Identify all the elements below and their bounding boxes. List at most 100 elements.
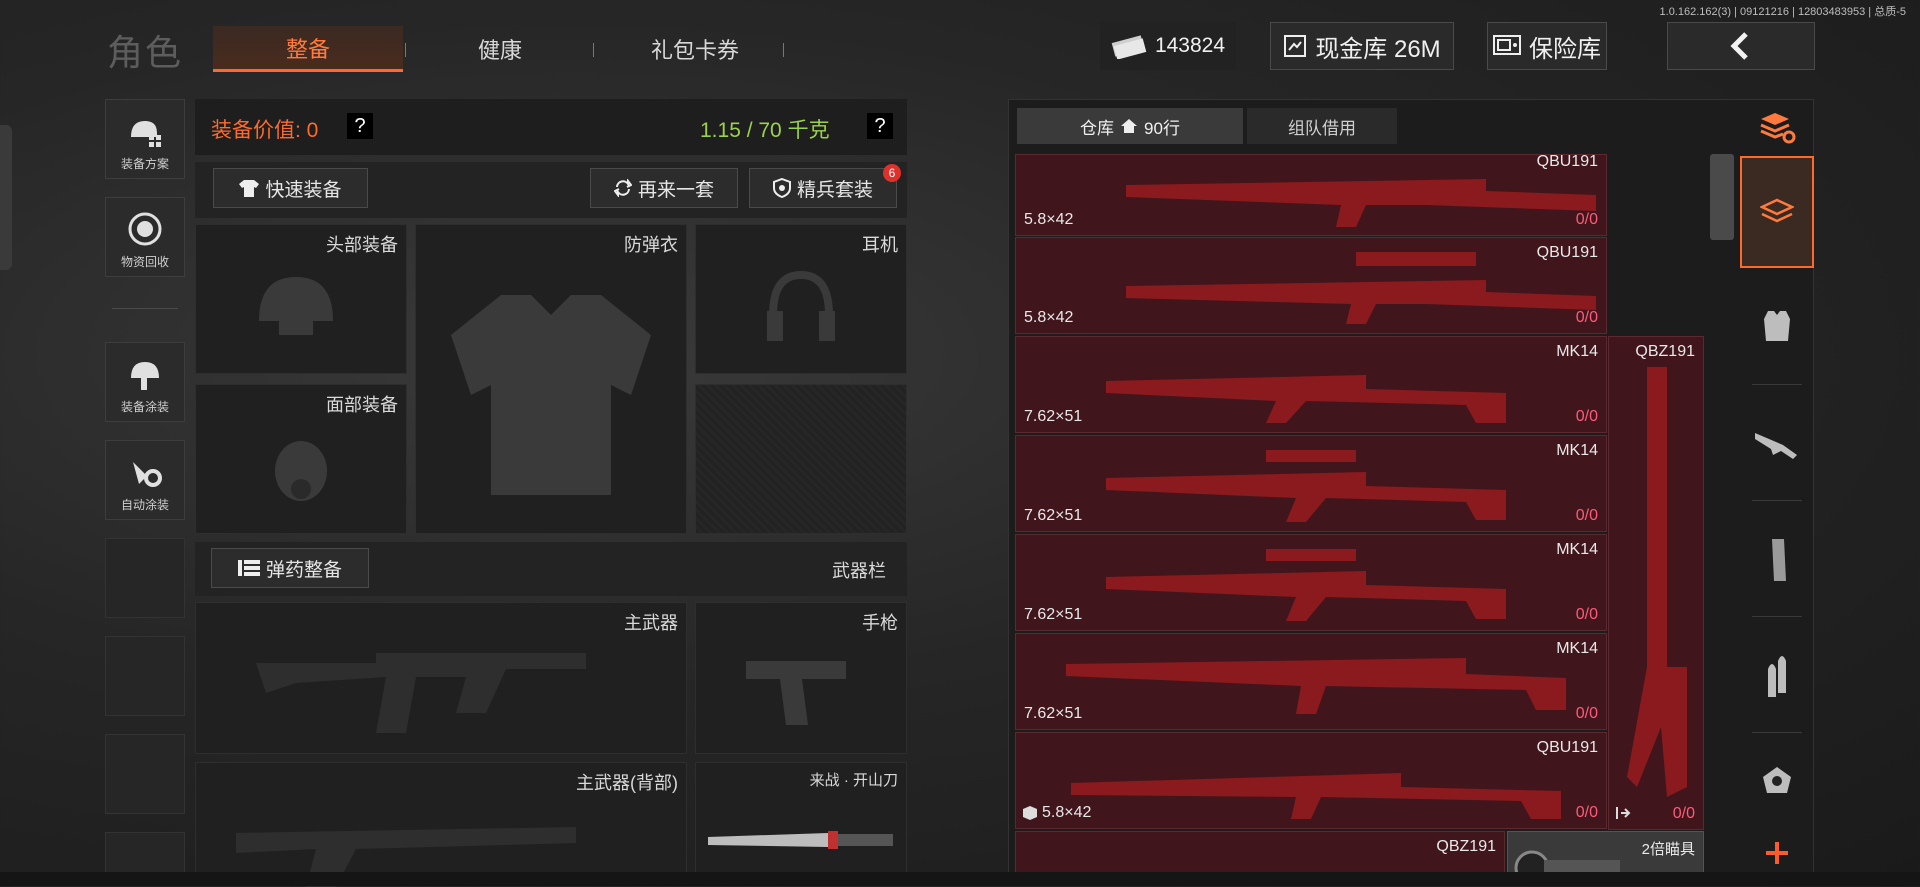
rifle-icon xyxy=(1755,433,1797,459)
quick-equip-label: 快速装备 xyxy=(265,179,342,201)
layers-icon xyxy=(1760,198,1794,223)
primary-weapon-slot[interactable]: 主武器 xyxy=(195,602,687,754)
primary-weapon-back-label: 主武器(背部) xyxy=(576,773,678,793)
item-count: 0/0 xyxy=(1575,804,1598,821)
rifle-icon xyxy=(1071,773,1561,819)
item-caliber: 7.62×51 xyxy=(1024,408,1083,425)
elite-set-button[interactable]: 精兵套装 xyxy=(749,168,897,208)
scope-mount-icon xyxy=(1763,767,1791,793)
primary-weapon-back-slot[interactable]: 主武器(背部) xyxy=(195,762,687,887)
inventory-item[interactable]: QBU191 5.8×42 0/0 xyxy=(1015,153,1607,236)
nav-divider xyxy=(1752,732,1802,733)
refresh-icon xyxy=(613,179,632,197)
sort-button[interactable] xyxy=(1740,99,1814,155)
headset-slot[interactable]: 耳机 xyxy=(695,224,907,374)
machete-icon xyxy=(708,831,893,849)
melee-slot[interactable]: 来战 · 开山刀 xyxy=(695,762,907,886)
tab-equip[interactable]: 整备 xyxy=(213,26,403,72)
elite-set-badge: 6 xyxy=(883,164,901,182)
page-title: 角色 xyxy=(107,32,184,73)
item-count: 0/0 xyxy=(1575,211,1598,228)
category-weapons[interactable] xyxy=(1740,388,1814,500)
ammo-icon xyxy=(237,560,260,576)
pistol-slot[interactable]: 手枪 xyxy=(695,602,907,754)
rifle-scoped-icon xyxy=(1106,549,1506,621)
warehouse-label: 仓库 xyxy=(1080,118,1115,138)
safe-label: 保险库 xyxy=(1529,35,1601,63)
body-armor-label: 防弹衣 xyxy=(624,235,678,255)
head-gear-slot[interactable]: 头部装备 xyxy=(195,224,407,374)
cash-vault-button[interactable]: 现金库 26M xyxy=(1270,22,1454,70)
supply-recycle-button[interactable]: 物资回收 xyxy=(105,197,185,277)
head-gear-label: 头部装备 xyxy=(326,235,398,255)
item-caliber: 7.62×51 xyxy=(1024,507,1083,524)
inventory-item-tall[interactable]: QBZ191 0/0 xyxy=(1608,336,1704,830)
side-handle[interactable] xyxy=(0,125,12,270)
equipment-paint-button[interactable]: 装备涂装 xyxy=(105,342,185,422)
auto-paint-button[interactable]: 自动涂装 xyxy=(105,440,185,520)
item-caliber-text: 5.8×42 xyxy=(1042,804,1092,821)
add-category-button[interactable] xyxy=(1740,828,1814,878)
loadout-plan-button[interactable]: 装备方案 xyxy=(105,99,185,179)
weight-help-icon[interactable]: ? xyxy=(867,113,893,139)
box-icon xyxy=(1023,806,1037,820)
inventory-item[interactable]: QBU191 5.8×42 0/0 xyxy=(1015,237,1607,334)
nav-divider xyxy=(1752,616,1802,617)
safe-icon xyxy=(1493,35,1521,55)
tab-health[interactable]: 健康 xyxy=(420,26,580,72)
tab-team-borrow[interactable]: 组队借用 xyxy=(1247,108,1397,144)
body-armor-slot[interactable]: 防弹衣 xyxy=(415,224,687,534)
inventory-item[interactable]: MK14 7.62×51 0/0 xyxy=(1015,534,1607,631)
value-help-icon[interactable]: ? xyxy=(347,113,373,139)
pistol-label: 手枪 xyxy=(862,613,898,633)
re-equip-label: 再来一套 xyxy=(637,179,714,201)
scope-item-name: 2倍瞄具 xyxy=(1641,841,1695,858)
headset-label: 耳机 xyxy=(862,235,898,255)
vest-icon xyxy=(451,295,651,495)
category-armor[interactable] xyxy=(1740,270,1814,382)
face-gear-slot[interactable]: 面部装备 xyxy=(195,384,407,534)
item-count: 0/0 xyxy=(1575,309,1598,326)
item-name: MK14 xyxy=(1556,541,1598,558)
category-magazines[interactable] xyxy=(1740,504,1814,616)
pistol-icon xyxy=(746,661,846,725)
version-info: 1.0.162.162(3) | 09121216 | 12803483953 … xyxy=(1659,6,1906,18)
rifle-scoped-icon xyxy=(1106,450,1506,522)
inventory-item[interactable]: QBU191 5.8×42 0/0 xyxy=(1015,732,1607,829)
tab-gift-vouchers[interactable]: 礼包卡券 xyxy=(610,26,780,72)
inventory-item[interactable]: MK14 7.62×51 0/0 xyxy=(1015,435,1607,532)
item-caliber: 7.62×51 xyxy=(1024,606,1083,623)
rifle-scoped-icon xyxy=(1126,252,1596,324)
item-caliber: 5.8×42 xyxy=(1024,309,1074,326)
storage-scrollbar[interactable] xyxy=(1710,154,1734,240)
category-all[interactable] xyxy=(1740,156,1814,268)
category-attachments[interactable] xyxy=(1740,736,1814,826)
re-equip-button[interactable]: 再来一套 xyxy=(590,168,738,208)
nav-divider xyxy=(1752,384,1802,385)
quick-equip-button[interactable]: 快速装备 xyxy=(213,168,368,208)
home-icon xyxy=(1121,119,1138,133)
tab-divider xyxy=(405,43,406,57)
cash-icon xyxy=(1111,35,1147,59)
weight-display: 1.15 / 70 千克 xyxy=(700,119,830,142)
tab-divider xyxy=(593,43,594,57)
headset-icon xyxy=(767,270,835,341)
magazine-icon xyxy=(1772,539,1786,581)
equipment-header: 装备价值: 0 ? 1.15 / 70 千克 ? xyxy=(195,99,907,155)
empty-menu-slot xyxy=(105,636,185,716)
rifle-icon xyxy=(256,653,586,733)
tab-warehouse[interactable]: 仓库 90行 xyxy=(1017,108,1243,144)
warehouse-rows: 90行 xyxy=(1144,118,1180,138)
tab-divider xyxy=(783,43,784,57)
inventory-item[interactable]: MK14 7.62×51 0/0 xyxy=(1015,336,1607,433)
recycle-icon xyxy=(128,212,162,246)
category-ammo[interactable] xyxy=(1740,620,1814,732)
ammo-prep-button[interactable]: 弹药整备 xyxy=(211,548,369,588)
back-button[interactable] xyxy=(1667,22,1815,70)
inventory-item[interactable]: MK14 7.62×51 0/0 xyxy=(1015,633,1607,730)
elite-set-label: 精兵套装 xyxy=(796,179,873,201)
safe-button[interactable]: 保险库 xyxy=(1487,22,1607,70)
back-arrow-icon xyxy=(1730,32,1748,60)
auto-paint-label: 自动涂装 xyxy=(120,498,169,512)
bullets-icon xyxy=(1768,656,1786,697)
